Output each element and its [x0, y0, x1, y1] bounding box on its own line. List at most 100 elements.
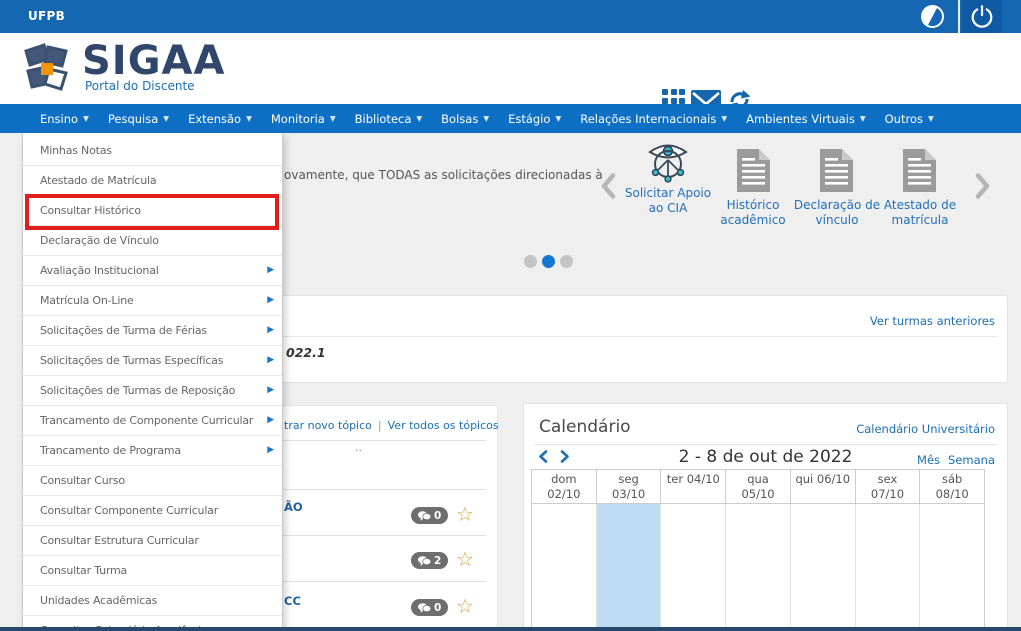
- calendar-day-header[interactable]: qui 06/10: [791, 470, 856, 504]
- menu-relacoes-internacionais[interactable]: Relações Internacionais▼: [580, 112, 727, 126]
- divider: [534, 444, 997, 445]
- accessibility-icon[interactable]: [645, 138, 691, 185]
- all-topics-link[interactable]: Ver todos os tópicos: [388, 419, 499, 432]
- chevron-down-icon: ▼: [330, 114, 336, 123]
- calendario-universitario-link[interactable]: Calendário Universitário: [856, 422, 995, 436]
- chevron-down-icon: ▼: [163, 114, 169, 123]
- menu-item-consultar-historico[interactable]: Consultar Histórico: [23, 196, 282, 226]
- semester-label-fragment: 022.1: [286, 345, 326, 360]
- menu-item-consultar-turma[interactable]: Consultar Turma: [23, 556, 282, 586]
- menu-item-consultar-estrutura-curricular[interactable]: Consultar Estrutura Curricular: [23, 526, 282, 556]
- quick-access-atestado-matricula[interactable]: Atestado dematrícula: [874, 198, 966, 228]
- menu-item-consultar-curso[interactable]: Consultar Curso: [23, 466, 282, 496]
- carousel-dots: [524, 255, 573, 268]
- chevron-down-icon: ▼: [83, 114, 89, 123]
- menu-item-matricula-on-line[interactable]: Matrícula On-Line▶: [23, 286, 282, 316]
- calendar-day-header[interactable]: dom02/10: [532, 470, 597, 504]
- menu-item-solicitacoes-turmas-especificas[interactable]: Solicitações de Turmas Específicas▶: [23, 346, 282, 376]
- calendar-panel: Calendário Calendário Universitário 2 - …: [523, 403, 1008, 631]
- ver-turmas-anteriores-link[interactable]: Ver turmas anteriores: [870, 314, 995, 328]
- menu-outros[interactable]: Outros▼: [885, 112, 934, 126]
- menu-item-solicitacoes-turmas-reposicao[interactable]: Solicitações de Turmas de Reposição▶: [23, 376, 282, 406]
- calendar-day-cell[interactable]: [661, 504, 726, 630]
- submenu-arrow-icon: ▶: [267, 406, 274, 435]
- menu-item-trancamento-de-programa[interactable]: Trancamento de Programa▶: [23, 436, 282, 466]
- logout-button[interactable]: [962, 0, 1002, 33]
- notice-text-fragment: ovamente, que TODAS as solicitações dire…: [284, 168, 603, 182]
- calendar-view-month-link[interactable]: Mês: [917, 453, 940, 467]
- star-icon[interactable]: ☆: [456, 596, 474, 616]
- menu-item-avaliacao-institucional[interactable]: Avaliação Institucional▶: [23, 256, 282, 286]
- calendar-day-cell-highlighted[interactable]: [597, 504, 662, 630]
- calendar-next-button[interactable]: [560, 450, 570, 463]
- menu-item-trancamento-componente-curricular[interactable]: Trancamento de Componente Curricular▶: [23, 406, 282, 436]
- document-icon[interactable]: [903, 149, 936, 192]
- institution-label: UFPB: [28, 9, 65, 23]
- submenu-arrow-icon: ▶: [267, 376, 274, 405]
- calendar-day-cell[interactable]: [856, 504, 921, 630]
- carousel-dot-active[interactable]: [542, 255, 555, 268]
- calendar-day-header[interactable]: sáb08/10: [920, 470, 984, 504]
- document-icon[interactable]: [820, 149, 853, 192]
- menu-monitoria[interactable]: Monitoria▼: [271, 112, 336, 126]
- ensino-dropdown-menu: Minhas Notas Atestado de Matrícula Consu…: [22, 133, 283, 631]
- calendar-day-header[interactable]: ter 04/10: [661, 470, 726, 504]
- menu-item-solicitacoes-turma-ferias[interactable]: Solicitações de Turma de Férias▶: [23, 316, 282, 346]
- calendar-day-cell[interactable]: [791, 504, 856, 630]
- menu-item-consultar-componente-curricular[interactable]: Consultar Componente Curricular: [23, 496, 282, 526]
- quick-access-historico-academico[interactable]: Históricoacadêmico: [708, 198, 798, 228]
- menu-pesquisa[interactable]: Pesquisa▼: [108, 112, 169, 126]
- quick-access-solicitar-apoio-cia[interactable]: Solicitar Apoioao CIA: [623, 186, 713, 216]
- contrast-icon: [919, 3, 946, 30]
- menu-ensino[interactable]: Ensino▼: [40, 112, 89, 126]
- calendar-day-cell[interactable]: [726, 504, 791, 630]
- chevron-down-icon: ▼: [721, 114, 727, 123]
- bottom-page-edge: [0, 627, 1021, 631]
- submenu-arrow-icon: ▶: [267, 256, 274, 285]
- calendar-day-cell[interactable]: [920, 504, 984, 630]
- menu-item-minhas-notas[interactable]: Minhas Notas: [23, 136, 282, 166]
- calendar-day-header[interactable]: sex07/10: [856, 470, 921, 504]
- carousel-prev-button[interactable]: [601, 173, 616, 199]
- star-icon[interactable]: ☆: [456, 549, 474, 569]
- carousel-next-button[interactable]: [975, 173, 990, 199]
- calendar-day-header[interactable]: seg03/10: [597, 470, 662, 504]
- quick-access-declaracao-vinculo[interactable]: Declaração devínculo: [791, 198, 883, 228]
- calendar-view-week-link[interactable]: Semana: [948, 453, 995, 467]
- chevron-down-icon: ▼: [246, 114, 252, 123]
- top-bar: UFPB: [0, 0, 1021, 33]
- menu-extensao[interactable]: Extensão▼: [188, 112, 252, 126]
- main-menu-bar: Ensino▼ Pesquisa▼ Extensão▼ Monitoria▼ B…: [0, 104, 1021, 133]
- carousel-dot[interactable]: [560, 255, 573, 268]
- menu-biblioteca[interactable]: Biblioteca▼: [355, 112, 423, 126]
- calendar-title: Calendário: [539, 417, 631, 437]
- sigaa-logo-cubes: [18, 39, 76, 99]
- app-title: SIGAA: [82, 39, 225, 83]
- menu-item-atestado-de-matricula[interactable]: Atestado de Matrícula: [23, 166, 282, 196]
- forum-topic-title-fragment[interactable]: ÃO: [284, 500, 303, 514]
- new-topic-link-fragment[interactable]: trar novo tópico: [284, 419, 372, 432]
- menu-bolsas[interactable]: Bolsas▼: [441, 112, 489, 126]
- chevron-down-icon: ▼: [928, 114, 934, 123]
- menu-estagio[interactable]: Estágio▼: [508, 112, 561, 126]
- calendar-day-header[interactable]: qua05/10: [726, 470, 791, 504]
- chevron-down-icon: ▼: [555, 114, 561, 123]
- menu-item-declaracao-de-vinculo[interactable]: Declaração de Vínculo: [23, 226, 282, 256]
- chat-bubble-icon: [418, 556, 431, 566]
- sigaa-portal-page: UFPB: [0, 0, 1021, 631]
- contrast-toggle-button[interactable]: [908, 0, 956, 33]
- calendar-nav: [538, 450, 570, 463]
- menu-item-unidades-academicas[interactable]: Unidades Acadêmicas: [23, 586, 282, 616]
- chevron-down-icon: ▼: [483, 114, 489, 123]
- forum-topic-title-fragment[interactable]: CC: [284, 594, 301, 608]
- calendar-prev-button[interactable]: [538, 450, 548, 463]
- chevron-down-icon: ▼: [860, 114, 866, 123]
- star-icon[interactable]: ☆: [456, 504, 474, 524]
- chevron-down-icon: ▼: [416, 114, 422, 123]
- chat-bubble-icon: [418, 511, 431, 521]
- carousel-dot[interactable]: [524, 255, 537, 268]
- calendar-week-table: dom02/10 seg03/10 ter 04/10 qua05/10 qui…: [531, 469, 985, 630]
- calendar-day-cell[interactable]: [532, 504, 597, 630]
- document-icon[interactable]: [737, 149, 770, 192]
- menu-ambientes-virtuais[interactable]: Ambientes Virtuais▼: [746, 112, 866, 126]
